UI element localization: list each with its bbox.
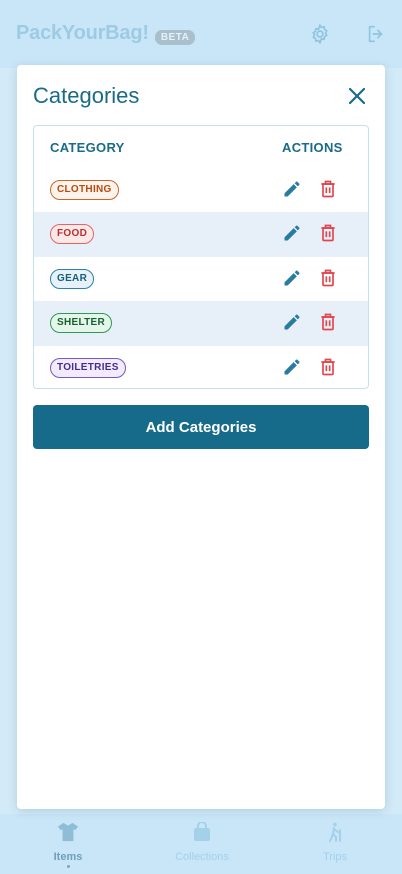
brand: PackYourBag! BETA [16,22,196,45]
edit-icon[interactable] [282,223,302,243]
table-header: CATEGORY ACTIONS [34,126,368,168]
logout-icon[interactable] [365,23,387,45]
category-tag-clothing: CLOTHING [50,180,119,200]
brand-name: PackYourBag! [16,22,149,44]
edit-icon[interactable] [282,179,302,199]
close-icon[interactable] [345,84,369,108]
categories-modal: Categories CATEGORY ACTIONS CLOTHING FOO… [17,65,385,809]
hiker-icon [329,822,341,842]
category-tag-toiletries: TOILETRIES [50,357,126,378]
table-row: CLOTHING [34,168,368,212]
modal-title: Categories [33,83,140,108]
active-dot [66,865,70,868]
category-tag-gear: GEAR [50,268,95,289]
nav-label-trips: Trips [322,851,348,863]
edit-icon[interactable] [282,357,302,377]
table-row: TOILETRIES [34,346,368,388]
gear-icon[interactable] [309,23,331,45]
nav-item-items[interactable]: Items [18,822,118,868]
table-row: GEAR [34,257,368,301]
beta-badge: BETA [154,30,196,45]
trash-icon[interactable] [318,268,338,288]
add-categories-button[interactable]: Add Categories [33,405,369,449]
trash-icon[interactable] [318,223,338,243]
edit-icon[interactable] [282,268,302,288]
app-header: PackYourBag! BETA [0,0,402,68]
column-header-category: CATEGORY [50,140,125,155]
table-row: FOOD [34,212,368,257]
bag-icon [194,821,210,841]
categories-table: CATEGORY ACTIONS CLOTHING FOOD GEAR SHEL… [33,125,369,389]
nav-label-collections: Collections [175,851,229,863]
trash-icon[interactable] [318,312,338,332]
bottom-nav: Items Collections Trips [0,814,402,874]
table-row: SHELTER [34,301,368,346]
trash-icon[interactable] [318,357,338,377]
category-tag-shelter: SHELTER [50,313,113,334]
nav-item-trips[interactable]: Trips [285,822,385,863]
edit-icon[interactable] [282,312,302,332]
trash-icon[interactable] [318,179,338,199]
shirt-icon [58,822,78,842]
column-header-actions: ACTIONS [282,140,343,155]
nav-item-collections[interactable]: Collections [152,821,252,863]
nav-label-items: Items [53,851,83,863]
category-tag-food: FOOD [50,224,95,245]
